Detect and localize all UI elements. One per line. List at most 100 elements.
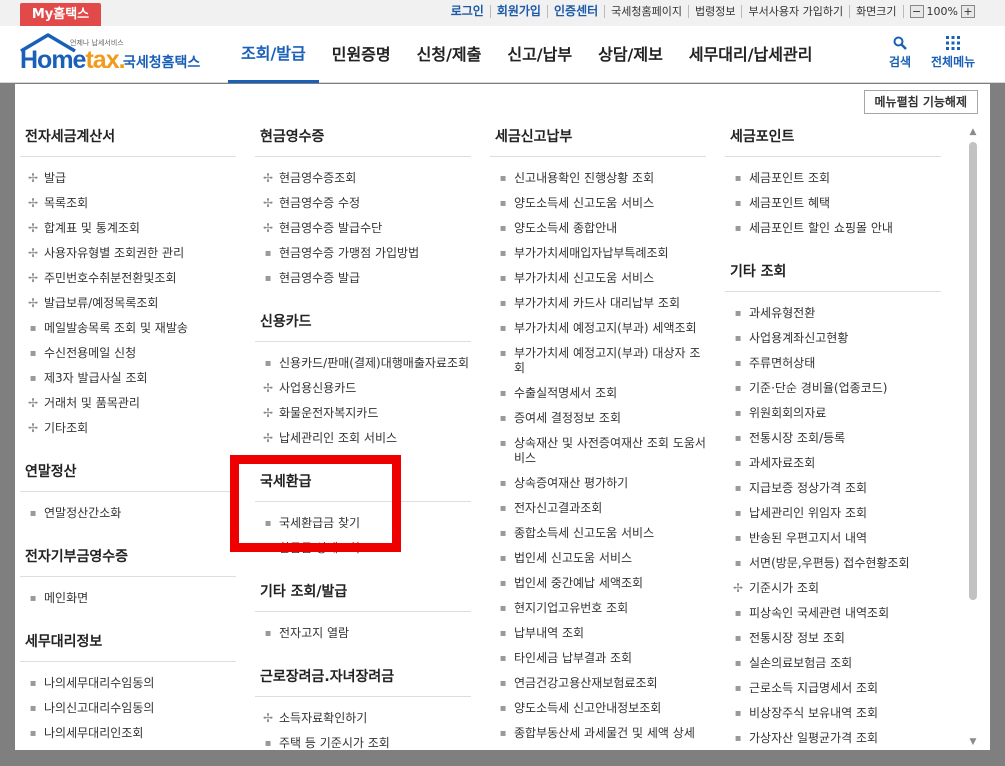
dept-user-signup-link[interactable]: 부서사용자 가입하기 — [741, 5, 849, 18]
menu-expand-toggle-button[interactable]: 메뉴펼침 기능해제 — [863, 90, 978, 114]
menu-item[interactable]: ▪ 전자신고결과조회 — [490, 496, 706, 521]
menu-item[interactable]: ▪ 양도소득세 신고도움 서비스 — [490, 191, 706, 216]
menu-item[interactable]: ▪ 증여세 결정정보 조회 — [490, 406, 706, 431]
menu-item[interactable]: ✢ 거래처 및 품목관리 — [20, 391, 236, 416]
menu-item[interactable]: ▪ 메인화면 — [20, 586, 236, 611]
menu-section-title[interactable]: 연말정산 — [20, 461, 236, 492]
menu-item[interactable]: ▪ 현지기업고유번호 조회 — [490, 596, 706, 621]
menu-item[interactable]: ▪ 메일발송목록 조회 및 재발송 — [20, 316, 236, 341]
menu-item[interactable]: ✢ 합계표 및 통계조회 — [20, 216, 236, 241]
menu-item[interactable]: ▪ 수신전용메일 신청 — [20, 341, 236, 366]
nav-civil-certificate[interactable]: 민원증명 — [319, 26, 404, 83]
menu-item[interactable]: ▪ 과세자료조회 — [725, 451, 941, 476]
scroll-down-arrow-icon[interactable]: ▼ — [968, 737, 978, 747]
menu-section-title[interactable]: 세무대리정보 — [20, 631, 236, 662]
menu-item[interactable]: ▪ 부가가치세 카드사 대리납부 조회 — [490, 291, 706, 316]
menu-item[interactable]: ✢ 목록조회 — [20, 191, 236, 216]
scroll-up-arrow-icon[interactable]: ▲ — [968, 127, 978, 137]
menu-item[interactable]: ▪ 상속재산 및 사전증여재산 조회 도움서비스 — [490, 431, 706, 471]
menu-section-title[interactable]: 전자세금계산서 — [20, 126, 236, 157]
menu-item[interactable]: ▪ 신용카드/판매(결제)대행매출자료조회 — [255, 351, 471, 376]
menu-item[interactable]: ✢ 발급 — [20, 166, 236, 191]
menu-section-title[interactable]: 전자기부금영수증 — [20, 546, 236, 577]
menu-item[interactable]: ▪ 제3자 발급사실 조회 — [20, 366, 236, 391]
menu-item[interactable]: ▪ 현금영수증 가맹점 가입방법 — [255, 241, 471, 266]
scroll-thumb[interactable] — [969, 142, 977, 600]
menu-item[interactable]: ▪ 근로소득 지급명세서 조회 — [725, 676, 941, 701]
menu-item[interactable]: ▪ 가상자산 일평균가격 조회 — [725, 726, 941, 750]
menu-item[interactable]: ▪ 나의신고대리수임동의 — [20, 696, 236, 721]
menu-item[interactable]: ▪ 부가가치세 예정고지(부과) 세액조회 — [490, 316, 706, 341]
menu-item[interactable]: ▪ 주류면허상태 — [725, 351, 941, 376]
menu-item[interactable]: ▪ 납부내역 조회 — [490, 621, 706, 646]
menu-item[interactable]: ▪ 부가가치세매입자납부특례조회 — [490, 241, 706, 266]
menu-item[interactable]: ✢ 소득자료확인하기 — [255, 706, 471, 731]
menu-item[interactable]: ▪ 납세관리인 위임자 조회 — [725, 501, 941, 526]
menu-item[interactable]: ▪ 법인세 신고도움 서비스 — [490, 546, 706, 571]
menu-item[interactable]: ✢ 현금영수증 발급수단 — [255, 216, 471, 241]
nav-report-pay[interactable]: 신고/납부 — [494, 26, 585, 83]
login-link[interactable]: 로그인 — [445, 5, 490, 18]
menu-item[interactable]: ▪ 지급보증 정상가격 조회 — [725, 476, 941, 501]
menu-section-title[interactable]: 현금영수증 — [255, 126, 471, 157]
menu-item[interactable]: ✢ 현금영수증 수정 — [255, 191, 471, 216]
menu-item[interactable]: ▪ 종합소득세 신고도움 서비스 — [490, 521, 706, 546]
search-button[interactable]: 검색 — [889, 36, 911, 70]
menu-item[interactable]: ▪ 부가가치세 예정고지(부과) 대상자 조회 — [490, 341, 706, 381]
menu-section-title[interactable]: 근로장려금.자녀장려금 — [255, 666, 471, 697]
my-hometax-tab[interactable]: My홈택스 — [20, 3, 101, 26]
menu-item[interactable]: ▪ 전자고지 열람 — [255, 621, 471, 646]
nav-tax-agent[interactable]: 세무대리/납세관리 — [676, 26, 826, 83]
menu-item[interactable]: ▪ 수출실적명세서 조회 — [490, 381, 706, 406]
menu-item[interactable]: ▪ 세금포인트 혜택 — [725, 191, 941, 216]
menu-item[interactable]: ▪ 나의세무대리수임동의 — [20, 671, 236, 696]
cert-center-link[interactable]: 인증센터 — [546, 5, 604, 18]
menu-item[interactable]: ✢ 주민번호수취분전환및조회 — [20, 266, 236, 291]
menu-item[interactable]: ▪ 현금영수증 발급 — [255, 266, 471, 291]
menu-item[interactable]: ▪ 부가가치세 신고도움 서비스 — [490, 266, 706, 291]
nts-homepage-link[interactable]: 국세청홈페이지 — [604, 5, 688, 18]
menu-section-title[interactable]: 세금신고납부 — [490, 126, 706, 157]
menu-item[interactable]: ▪ 서면(방문,우편등) 접수현황조회 — [725, 551, 941, 576]
signup-link[interactable]: 회원가입 — [489, 5, 547, 18]
menu-item[interactable]: ▪ 신고내용확인 진행상황 조회 — [490, 166, 706, 191]
menu-item[interactable]: ▪ 사업용계좌신고현황 — [725, 326, 941, 351]
panel-scrollbar[interactable]: ▲ ▼ — [966, 127, 980, 747]
all-menu-button[interactable]: 전체메뉴 — [931, 36, 975, 70]
menu-item[interactable]: ▪ 과세유형전환 — [725, 301, 941, 326]
menu-item[interactable]: ▪ 전통시장 정보 조회 — [725, 626, 941, 651]
menu-item[interactable]: ▪ 종합부동산세 과세물건 및 세액 상세 — [490, 721, 706, 746]
nav-apply-submit[interactable]: 신청/제출 — [404, 26, 495, 83]
menu-item[interactable]: ▪ 위원회회의자료 — [725, 401, 941, 426]
menu-item[interactable]: ✢ 기준시가 조회 — [725, 576, 941, 601]
menu-section-title[interactable]: 신용카드 — [255, 311, 471, 342]
menu-item[interactable]: ▪ 전통시장 조회/등록 — [725, 426, 941, 451]
menu-item[interactable]: ▪ 세금포인트 조회 — [725, 166, 941, 191]
menu-item[interactable]: ▪ 주택 등 기준시가 조회 — [255, 731, 471, 750]
hometax-logo[interactable]: 언제나 납세서비스 Hometax. 국세청홈택스 — [18, 32, 208, 76]
menu-item[interactable]: ✢ 기타조회 — [20, 416, 236, 441]
menu-item[interactable]: ▪ 양도소득세 종합안내 — [490, 216, 706, 241]
menu-item[interactable]: ✢ 화물운전자복지카드 — [255, 401, 471, 426]
menu-item[interactable]: ✢ 발급보류/예정목록조회 — [20, 291, 236, 316]
menu-item[interactable]: ▪ 피상속인 국세관련 내역조회 — [725, 601, 941, 626]
menu-item[interactable]: ▪ 상속증여재산 평가하기 — [490, 471, 706, 496]
menu-item[interactable]: ▪ 기준·단순 경비율(업종코드) — [725, 376, 941, 401]
nav-consult-report[interactable]: 상담/제보 — [585, 26, 676, 83]
menu-item[interactable]: ✢ 사업용신용카드 — [255, 376, 471, 401]
menu-item[interactable]: ▪ 연말정산간소화 — [20, 501, 236, 526]
menu-section-title[interactable]: 기타 조회/발급 — [255, 581, 471, 612]
menu-section-title[interactable]: 세금포인트 — [725, 126, 941, 157]
menu-item[interactable]: ▪ 실손의료보험금 조회 — [725, 651, 941, 676]
menu-item[interactable]: ✢ 사용자유형별 조회권한 관리 — [20, 241, 236, 266]
menu-item[interactable]: ✢ 납세관리인 조회 서비스 — [255, 426, 471, 451]
menu-item[interactable]: ▪ 법인세 중간예납 세액조회 — [490, 571, 706, 596]
menu-item[interactable]: ✢ 현금영수증조회 — [255, 166, 471, 191]
menu-item[interactable]: ▪ 연금건강고용산재보험료조회 — [490, 671, 706, 696]
zoom-out-button[interactable]: − — [909, 5, 924, 18]
menu-item[interactable]: ▪ 양도소득세 신고안내정보조회 — [490, 696, 706, 721]
menu-item[interactable]: ▪ 세금포인트 할인 쇼핑몰 안내 — [725, 216, 941, 241]
menu-item[interactable]: ▪ 반송된 우편고지서 내역 — [725, 526, 941, 551]
nav-inquiry-issue[interactable]: 조회/발급 — [228, 26, 319, 83]
menu-item[interactable]: ▪ 나의세무대리인조회 — [20, 721, 236, 746]
